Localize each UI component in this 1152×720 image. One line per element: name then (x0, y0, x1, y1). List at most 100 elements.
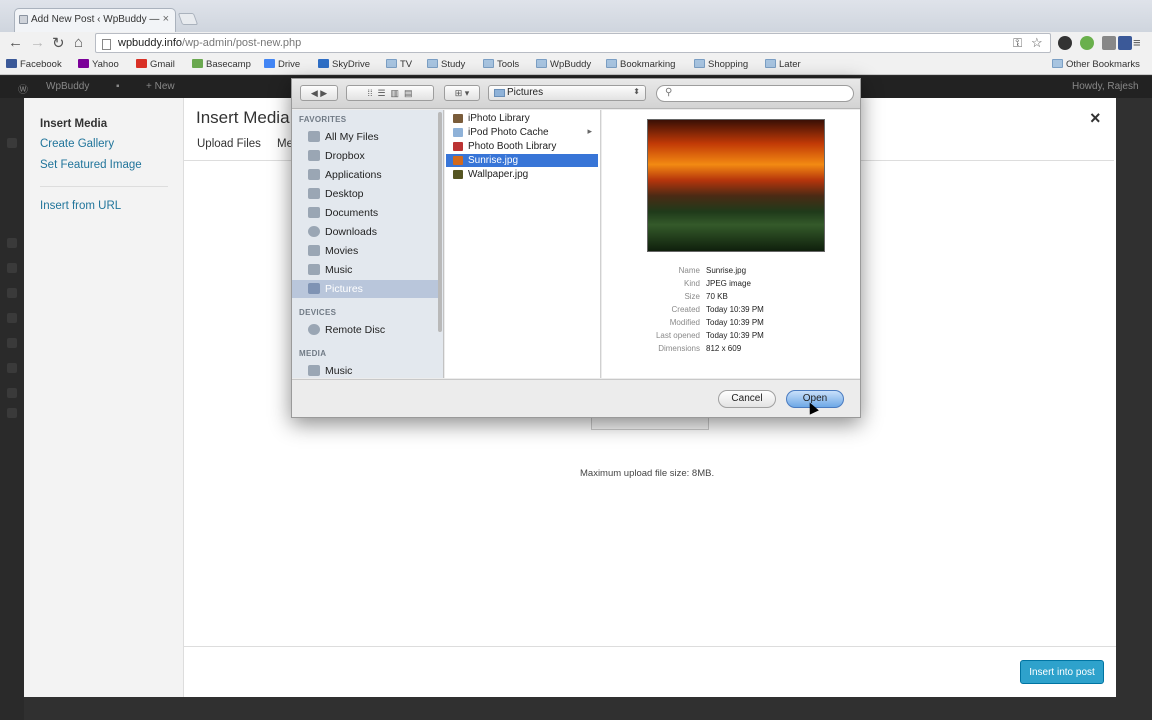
extension-icon[interactable] (1118, 36, 1132, 50)
bookmarks-bar: Facebook Yahoo Gmail Basecamp Drive SkyD… (0, 55, 1152, 75)
folder-icon (483, 59, 494, 68)
key-icon[interactable]: ⚿ (1013, 36, 1022, 51)
menu-icon[interactable] (7, 338, 17, 348)
file-item-selected[interactable]: Sunrise.jpg (446, 154, 598, 167)
bookmark-item[interactable]: Gmail (136, 59, 175, 70)
browser-tab[interactable]: Add New Post ‹ WpBuddy — × (14, 8, 176, 32)
close-icon[interactable]: × (1090, 108, 1101, 129)
info-key: Created (671, 305, 700, 314)
menu-icon[interactable] (7, 288, 17, 298)
sidebar-item-documents[interactable]: Documents (292, 204, 442, 222)
tab-upload-files[interactable]: Upload Files (197, 138, 261, 150)
star-icon[interactable]: ☆ (1031, 35, 1043, 51)
search-field[interactable]: ⚲ (656, 85, 854, 102)
bookmark-folder[interactable]: WpBuddy (536, 59, 591, 70)
wordpress-logo-icon[interactable]: Ⓦ (18, 81, 28, 96)
tab-media-library[interactable]: Media Library (277, 138, 291, 150)
folder-icon (536, 59, 547, 68)
address-bar[interactable]: wpbuddy.info/wp-admin/post-new.php (95, 33, 1051, 53)
forward-icon[interactable]: → (30, 34, 45, 51)
sidebar-scrollbar[interactable] (438, 112, 442, 332)
howdy-user[interactable]: Howdy, Rajesh (1072, 81, 1139, 92)
extension-icon[interactable] (1102, 36, 1116, 50)
image-file-icon (453, 156, 463, 165)
file-item[interactable]: Photo Booth Library (446, 140, 598, 153)
section-devices: DEVICES (299, 308, 337, 317)
bookmark-item[interactable]: Yahoo (78, 59, 119, 70)
menu-icon[interactable] (7, 388, 17, 398)
bookmark-folder[interactable]: Shopping (694, 59, 748, 70)
home-icon[interactable]: ⌂ (74, 34, 83, 51)
sidebar-item-desktop[interactable]: Desktop (292, 185, 442, 203)
back-forward-buttons[interactable]: ◀ ▶ (300, 85, 338, 101)
back-icon[interactable]: ← (8, 34, 23, 51)
bookmark-item[interactable]: Basecamp (192, 59, 251, 70)
menu-icon[interactable] (7, 313, 17, 323)
image-file-icon (453, 170, 463, 179)
new-menu[interactable]: + New (146, 81, 175, 92)
sidebar-item-pictures[interactable]: Pictures (292, 280, 442, 298)
folder-icon (427, 59, 438, 68)
insert-from-url-link[interactable]: Insert from URL (40, 200, 121, 212)
other-bookmarks[interactable]: Other Bookmarks (1052, 59, 1140, 70)
reload-icon[interactable]: ↻ (52, 34, 65, 52)
location-popup[interactable]: Pictures ⬍ (488, 85, 646, 101)
bookmark-folder[interactable]: TV (386, 59, 412, 70)
basecamp-icon (192, 59, 203, 68)
page-favicon-icon (19, 15, 28, 24)
yahoo-icon (78, 59, 89, 68)
cancel-button[interactable]: Cancel (718, 390, 776, 408)
folder-icon (765, 59, 776, 68)
sidebar-item-media-music[interactable]: Music (292, 362, 442, 378)
folder-item[interactable]: iPod Photo Cache ▸ (446, 126, 598, 139)
bookmark-folder[interactable]: Tools (483, 59, 519, 70)
site-name[interactable]: WpBuddy (46, 81, 89, 92)
menu-icon[interactable] (7, 363, 17, 373)
menu-icon[interactable] (7, 238, 17, 248)
sidebar-item-movies[interactable]: Movies (292, 242, 442, 260)
info-value: Today 10:39 PM (706, 318, 764, 327)
file-item[interactable]: iPhoto Library (446, 112, 598, 125)
new-tab-button[interactable] (177, 13, 199, 25)
insert-media-link[interactable]: Insert Media (40, 118, 107, 130)
wp-background-bottom (24, 697, 1152, 720)
bookmark-item[interactable]: Drive (264, 59, 300, 70)
menu-icon[interactable] (7, 138, 17, 148)
menu-icon[interactable]: ≡ (1133, 35, 1141, 50)
sidebar-item-applications[interactable]: Applications (292, 166, 442, 184)
view-mode-buttons[interactable]: ⁞⁞ ☰ ▥ ▤ (346, 85, 434, 101)
skydrive-icon (318, 59, 329, 68)
sidebar-item-remote-disc[interactable]: Remote Disc (292, 321, 442, 339)
url-domain: wpbuddy.info (118, 37, 183, 49)
menu-icon[interactable] (7, 263, 17, 273)
extension-icon[interactable] (1058, 36, 1072, 50)
sidebar-item-all-my-files[interactable]: All My Files (292, 128, 442, 146)
folder-icon (453, 128, 463, 137)
info-key: Kind (683, 279, 700, 288)
insert-into-post-button[interactable]: Insert into post (1020, 660, 1104, 684)
create-gallery-link[interactable]: Create Gallery (40, 138, 114, 150)
tab-close-icon[interactable]: × (163, 13, 169, 25)
wp-background-right (1116, 98, 1152, 720)
folder-icon (308, 150, 320, 161)
music-icon (308, 264, 320, 275)
sidebar-item-dropbox[interactable]: Dropbox (292, 147, 442, 165)
folder-icon (494, 89, 505, 97)
extension-icon[interactable] (1080, 36, 1094, 50)
bookmark-item[interactable]: SkyDrive (318, 59, 370, 70)
sidebar-item-downloads[interactable]: Downloads (292, 223, 442, 241)
info-value: Today 10:39 PM (706, 331, 764, 340)
bookmark-folder[interactable]: Later (765, 59, 801, 70)
info-key: Last opened (655, 331, 700, 340)
menu-icon[interactable] (7, 408, 17, 418)
bookmark-item[interactable]: Facebook (6, 59, 62, 70)
sidebar-item-music[interactable]: Music (292, 261, 442, 279)
bookmark-folder[interactable]: Bookmarking (606, 59, 675, 70)
set-featured-image-link[interactable]: Set Featured Image (40, 159, 142, 171)
file-open-dialog: ◀ ▶ ⁞⁞ ☰ ▥ ▤ ⊞ ▾ Pictures ⬍ ⚲ FAVORITES … (291, 78, 861, 418)
file-item[interactable]: Wallpaper.jpg (446, 168, 598, 181)
comments-icon[interactable]: ▪ (116, 81, 120, 92)
arrange-menu-button[interactable]: ⊞ ▾ (444, 85, 480, 101)
downloads-icon (308, 226, 320, 237)
bookmark-folder[interactable]: Study (427, 59, 465, 70)
